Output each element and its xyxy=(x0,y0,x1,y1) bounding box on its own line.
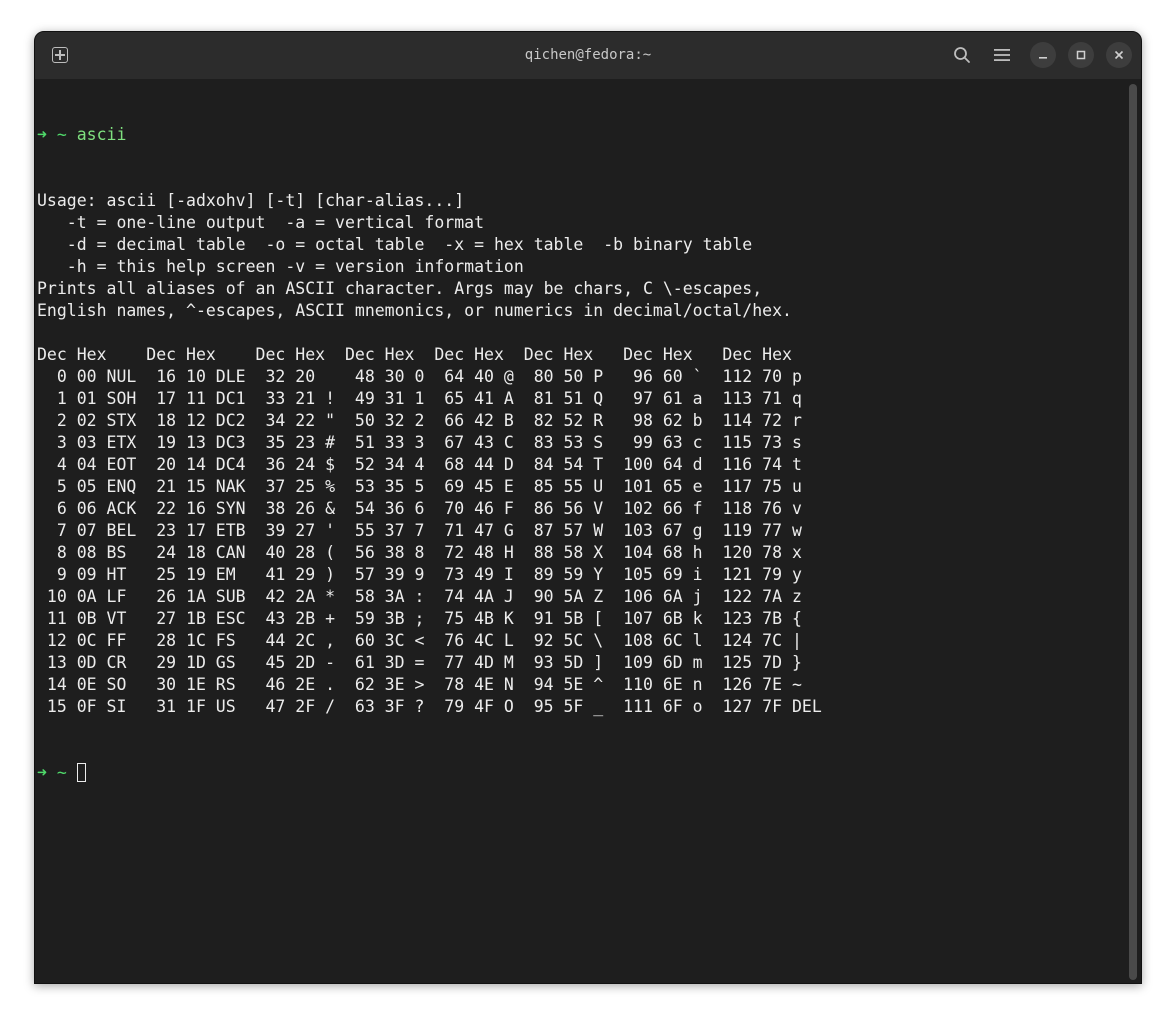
output-line: -t = one-line output -a = vertical forma… xyxy=(37,213,485,232)
new-tab-icon xyxy=(52,47,68,63)
title-bar[interactable]: qichen@fedora:~ xyxy=(35,32,1141,79)
output-line: Prints all aliases of an ASCII character… xyxy=(37,279,763,298)
text-cursor xyxy=(76,763,86,782)
output-line: 14 0E SO 30 1E RS 46 2E . 62 3E > 78 4E … xyxy=(37,675,802,694)
prompt-line: ➜ ~ ascii xyxy=(37,124,1119,146)
output-line: 0 00 NUL 16 10 DLE 32 20 48 30 0 64 40 @… xyxy=(37,367,802,386)
current-prompt-line[interactable]: ➜ ~ xyxy=(37,762,1119,784)
close-button[interactable] xyxy=(1106,42,1132,68)
minimize-button[interactable] xyxy=(1030,42,1056,68)
maximize-button[interactable] xyxy=(1068,42,1094,68)
output-line: English names, ^-escapes, ASCII mnemonic… xyxy=(37,301,792,320)
output-line: 9 09 HT 25 19 EM 41 29 ) 57 39 9 73 49 I… xyxy=(37,565,802,584)
output-line: 4 04 EOT 20 14 DC4 36 24 $ 52 34 4 68 44… xyxy=(37,455,802,474)
output-line: -h = this help screen -v = version infor… xyxy=(37,257,524,276)
command-output: Usage: ascii [-adxohv] [-t] [char-alias.… xyxy=(37,190,1119,718)
output-line: 10 0A LF 26 1A SUB 42 2A * 58 3A : 74 4A… xyxy=(37,587,802,606)
output-line: Usage: ascii [-adxohv] [-t] [char-alias.… xyxy=(37,191,465,210)
prompt-directory: ~ xyxy=(56,125,67,144)
menu-button[interactable] xyxy=(989,42,1015,68)
output-line: 3 03 ETX 19 13 DC3 35 23 # 51 33 3 67 43… xyxy=(37,433,802,452)
output-line: 7 07 BEL 23 17 ETB 39 27 ' 55 37 7 71 47… xyxy=(37,521,802,540)
close-icon xyxy=(1114,50,1124,60)
prompt-arrow-icon: ➜ xyxy=(37,125,47,144)
search-icon xyxy=(954,47,970,63)
search-button[interactable] xyxy=(949,42,975,68)
output-line: 15 0F SI 31 1F US 47 2F / 63 3F ? 79 4F … xyxy=(37,697,822,716)
maximize-icon xyxy=(1076,50,1086,60)
hamburger-menu-icon xyxy=(994,49,1010,61)
output-line: 8 08 BS 24 18 CAN 40 28 ( 56 38 8 72 48 … xyxy=(37,543,802,562)
output-line: -d = decimal table -o = octal table -x =… xyxy=(37,235,753,254)
output-line: 13 0D CR 29 1D GS 45 2D - 61 3D = 77 4D … xyxy=(37,653,802,672)
scrollbar[interactable] xyxy=(1129,84,1137,980)
minimize-icon xyxy=(1039,57,1047,59)
terminal-window: qichen@fedora:~ ➜ ~ ascii Usage: ascii [… xyxy=(34,31,1142,984)
output-line: 12 0C FF 28 1C FS 44 2C , 60 3C < 76 4C … xyxy=(37,631,802,650)
output-line: 6 06 ACK 22 16 SYN 38 26 & 54 36 6 70 46… xyxy=(37,499,802,518)
output-line: 5 05 ENQ 21 15 NAK 37 25 % 53 35 5 69 45… xyxy=(37,477,802,496)
output-line: Dec Hex Dec Hex Dec Hex Dec Hex Dec Hex … xyxy=(37,345,792,364)
new-tab-button[interactable] xyxy=(47,42,73,68)
command-text: ascii xyxy=(76,125,127,144)
output-line: 11 0B VT 27 1B ESC 43 2B + 59 3B ; 75 4B… xyxy=(37,609,802,628)
terminal-output[interactable]: ➜ ~ ascii Usage: ascii [-adxohv] [-t] [c… xyxy=(37,80,1119,980)
window-title: qichen@fedora:~ xyxy=(524,47,652,63)
output-line: 1 01 SOH 17 11 DC1 33 21 ! 49 31 1 65 41… xyxy=(37,389,802,408)
prompt-arrow-icon: ➜ xyxy=(37,763,47,782)
output-line: 2 02 STX 18 12 DC2 34 22 " 50 32 2 66 42… xyxy=(37,411,802,430)
prompt-directory: ~ xyxy=(56,763,67,782)
